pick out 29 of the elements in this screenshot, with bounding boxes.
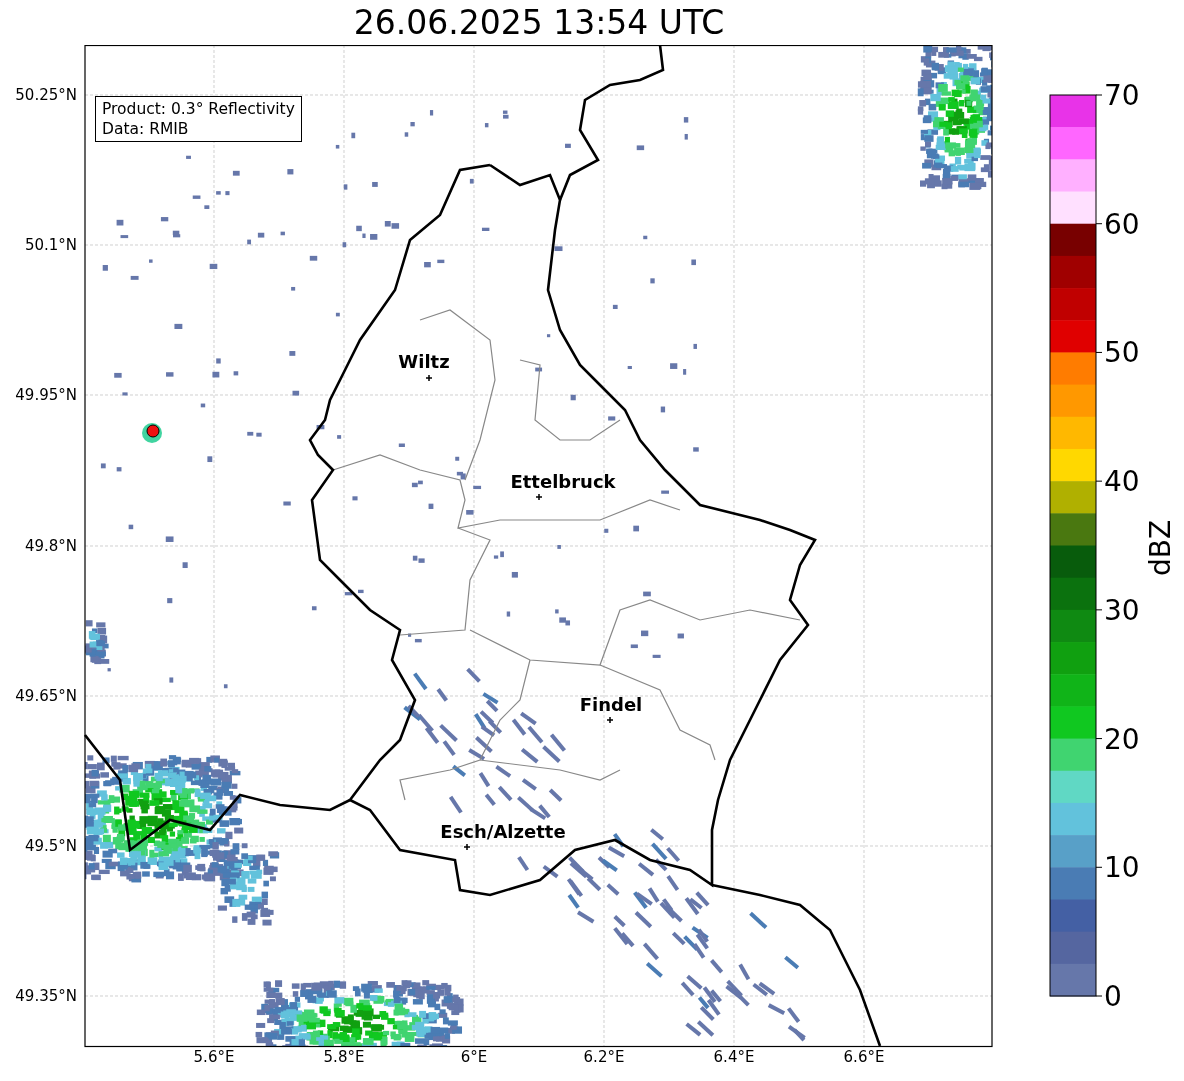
axis-tick-label: 50.1°N — [24, 236, 77, 254]
colorbar-tick-label: 50 — [1104, 336, 1140, 370]
info-text: Data: RMIB — [102, 119, 190, 139]
city-label: Esch/Alzette — [440, 821, 566, 842]
colorbar-tick-label: 30 — [1104, 593, 1140, 627]
axis-tick-label: 6.2°E — [583, 1048, 625, 1066]
colorbar-tick-label: 10 — [1104, 851, 1140, 885]
axis-tick-label: 6°E — [460, 1048, 488, 1066]
chart-title: 26.06.2025 13:54 UTC — [353, 3, 725, 42]
colorbar-tick-label: 40 — [1104, 465, 1140, 499]
axis-tick-label: 6.4°E — [713, 1048, 755, 1066]
colorbar-tick-label: 70 — [1104, 79, 1140, 112]
axis-tick-label: 49.65°N — [15, 687, 77, 705]
axis-tick-label: 49.35°N — [15, 987, 77, 1005]
city-label: Wiltz — [398, 351, 450, 372]
colorbar-label: dBZ — [1144, 519, 1177, 577]
axis-tick-label: 50.25°N — [15, 86, 77, 104]
colorbar-tick-label: 20 — [1104, 722, 1140, 756]
info-text: Product: 0.3° Reflectivity — [102, 99, 295, 119]
axis-tick-label: 6.6°E — [843, 1048, 885, 1066]
axis-tick-label: 49.8°N — [24, 537, 77, 555]
colorbar-tick-label: 0 — [1104, 980, 1122, 1013]
city-label: Ettelbruck — [510, 471, 616, 492]
axis-tick-label: 5.6°E — [193, 1048, 235, 1066]
axis-tick-label: 5.8°E — [323, 1048, 365, 1066]
city-label: Findel — [579, 694, 643, 715]
axis-tick-label: 49.95°N — [15, 386, 77, 404]
axis-tick-label: 49.5°N — [24, 837, 77, 855]
colorbar-tick-label: 60 — [1104, 207, 1140, 241]
